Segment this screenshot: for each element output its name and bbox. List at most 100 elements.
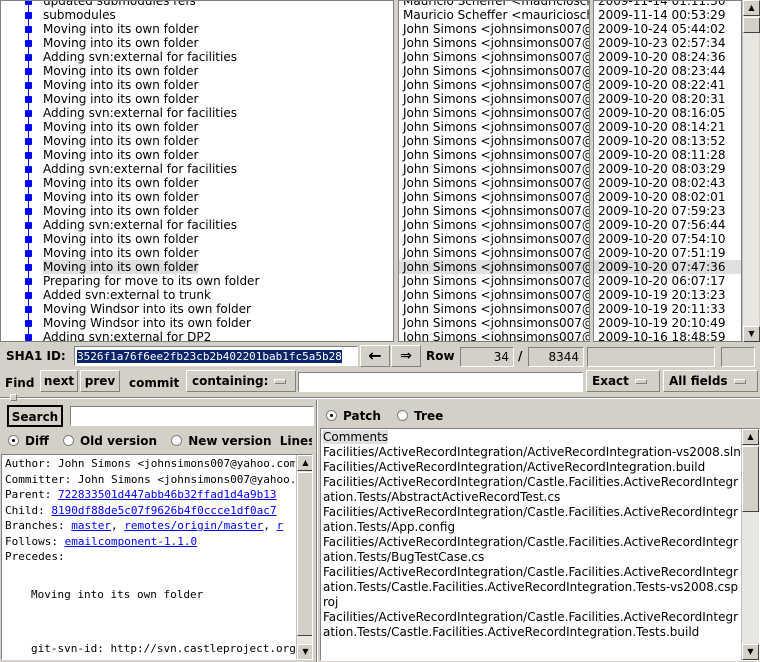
- back-button[interactable]: ←: [360, 345, 390, 367]
- commit-date[interactable]: 2009-10-24 05:44:02: [594, 22, 741, 36]
- pane-divider[interactable]: [0, 397, 760, 399]
- commit-author[interactable]: John Simons <johnsimons007@yahoo.com.au>: [399, 302, 589, 316]
- commit-row[interactable]: Moving into its own folder: [1, 204, 393, 218]
- commit-row[interactable]: Added svn:external to trunk: [1, 288, 393, 302]
- commit-author[interactable]: John Simons <johnsimons007@yahoo.com.au>: [399, 106, 589, 120]
- commit-date[interactable]: 2009-10-20 08:02:43: [594, 176, 741, 190]
- commit-row[interactable]: Adding svn:external for facilities: [1, 106, 393, 120]
- file-entry[interactable]: Facilities/ActiveRecordIntegration/Castl…: [321, 535, 741, 565]
- commit-date[interactable]: 2009-10-20 08:11:28: [594, 148, 741, 162]
- commit-row[interactable]: updated submodules refs: [1, 1, 393, 8]
- commit-author[interactable]: Mauricio Scheffer <mauricioscheffer@gmai…: [399, 1, 589, 8]
- file-list-pane[interactable]: Comments Facilities/ActiveRecordIntegrat…: [320, 428, 760, 661]
- file-entry[interactable]: Facilities/ActiveRecordIntegration/Castl…: [321, 610, 741, 640]
- commit-date[interactable]: 2009-10-23 02:57:34: [594, 36, 741, 50]
- sash-handle[interactable]: [10, 394, 17, 401]
- commit-author[interactable]: John Simons <johnsimons007@yahoo.com.au>: [399, 246, 589, 260]
- file-entry[interactable]: Facilities/ActiveRecordIntegration/Castl…: [321, 505, 741, 535]
- branch-link-origin-master[interactable]: remotes/origin/master: [124, 519, 263, 532]
- commit-author[interactable]: John Simons <johnsimons007@yahoo.com.au>: [399, 260, 589, 274]
- scrollbar-thumb[interactable]: [742, 446, 759, 512]
- search-button[interactable]: Search: [7, 405, 63, 427]
- commit-row[interactable]: Moving into its own folder: [1, 148, 393, 162]
- commit-author[interactable]: John Simons <johnsimons007@yahoo.com.au>: [399, 176, 589, 190]
- commit-date[interactable]: 2009-10-20 07:47:36: [594, 260, 741, 274]
- scrollbar-thumb[interactable]: [743, 17, 760, 33]
- commit-row[interactable]: Moving into its own folder: [1, 64, 393, 78]
- commit-row[interactable]: Moving into its own folder: [1, 120, 393, 134]
- comments-entry[interactable]: Comments: [323, 430, 389, 444]
- commit-date[interactable]: 2009-10-20 08:20:31: [594, 92, 741, 106]
- commit-author[interactable]: John Simons <johnsimons007@yahoo.com.au>: [399, 92, 589, 106]
- date-pane[interactable]: 2009-11-14 01:11:30 2009-11-14 00:53:29 20…: [593, 0, 742, 342]
- file-entry[interactable]: Facilities/ActiveRecordIntegration/Activ…: [321, 445, 741, 460]
- exact-menu[interactable]: Exact: [586, 370, 660, 392]
- details-scrollbar[interactable]: ▲ ▼: [296, 455, 312, 659]
- commit-date[interactable]: 2009-10-20 08:03:29: [594, 162, 741, 176]
- sha1-field[interactable]: 3526f1a76f6ee2fb23cb2b402201bab1fc5a5b28: [74, 346, 358, 366]
- commit-row[interactable]: Moving into its own folder: [1, 232, 393, 246]
- old-version-radio[interactable]: [62, 435, 74, 446]
- commit-row[interactable]: Moving into its own folder: [1, 246, 393, 260]
- vertical-divider[interactable]: [316, 400, 318, 662]
- commit-author[interactable]: John Simons <johnsimons007@yahoo.com.au>: [399, 330, 589, 341]
- commit-author[interactable]: John Simons <johnsimons007@yahoo.com.au>: [399, 50, 589, 64]
- new-version-radio[interactable]: [171, 435, 183, 446]
- commit-author[interactable]: Mauricio Scheffer <mauricioscheffer@gmai…: [399, 8, 589, 22]
- find-input[interactable]: [298, 372, 583, 392]
- commit-date[interactable]: 2009-10-20 07:54:10: [594, 232, 741, 246]
- commit-graph-pane[interactable]: updated submodules refs submodules Moving …: [0, 0, 394, 342]
- commit-row[interactable]: Moving Windsor into its own folder: [1, 316, 393, 330]
- commit-row[interactable]: Adding svn:external for DP2: [1, 330, 393, 341]
- follows-link[interactable]: emailcomponent-1.1.0: [65, 535, 197, 548]
- commit-date[interactable]: 2009-10-20 07:56:44: [594, 218, 741, 232]
- commit-date[interactable]: 2009-10-19 20:10:49: [594, 316, 741, 330]
- forward-button[interactable]: ⇒: [391, 345, 421, 367]
- find-prev-button[interactable]: prev: [80, 370, 120, 392]
- scroll-up-icon[interactable]: ▲: [742, 429, 759, 445]
- commit-row[interactable]: Moving into its own folder: [1, 78, 393, 92]
- commit-row[interactable]: Moving into its own folder: [1, 36, 393, 50]
- commit-author[interactable]: John Simons <johnsimons007@yahoo.com.au>: [399, 274, 589, 288]
- commit-row[interactable]: Moving into its own folder: [1, 134, 393, 148]
- commit-row[interactable]: Adding svn:external for facilities: [1, 50, 393, 64]
- commit-author[interactable]: John Simons <johnsimons007@yahoo.com.au>: [399, 218, 589, 232]
- commit-row[interactable]: Moving into its own folder: [1, 190, 393, 204]
- commit-date[interactable]: 2009-10-20 07:59:23: [594, 204, 741, 218]
- commit-author[interactable]: John Simons <johnsimons007@yahoo.com.au>: [399, 204, 589, 218]
- commit-row[interactable]: submodules: [1, 8, 393, 22]
- commit-author[interactable]: John Simons <johnsimons007@yahoo.com.au>: [399, 78, 589, 92]
- commit-date[interactable]: 2009-10-20 08:16:05: [594, 106, 741, 120]
- commit-row[interactable]: Moving into its own folder: [1, 22, 393, 36]
- commit-row[interactable]: Adding svn:external for facilities: [1, 162, 393, 176]
- commit-date[interactable]: 2009-10-19 20:13:23: [594, 288, 741, 302]
- details-pane[interactable]: Author: John Simons <johnsimons007@yahoo…: [1, 454, 313, 660]
- author-pane[interactable]: Mauricio Scheffer <mauricioscheffer@gmai…: [398, 0, 590, 342]
- commit-row[interactable]: Moving into its own folder: [1, 260, 393, 274]
- commit-list-scrollbar[interactable]: ▲ ▼: [742, 0, 760, 342]
- commit-date[interactable]: 2009-11-14 00:53:29: [594, 8, 741, 22]
- file-list-scrollbar[interactable]: ▲ ▼: [741, 429, 759, 660]
- branch-link-more[interactable]: r: [277, 519, 284, 532]
- commit-row[interactable]: Moving Windsor into its own folder: [1, 302, 393, 316]
- scrollbar-thumb[interactable]: [297, 472, 312, 636]
- commit-author[interactable]: John Simons <johnsimons007@yahoo.com.au>: [399, 316, 589, 330]
- commit-date[interactable]: 2009-10-20 08:24:36: [594, 50, 741, 64]
- commit-author[interactable]: John Simons <johnsimons007@yahoo.com.au>: [399, 64, 589, 78]
- commit-author[interactable]: John Simons <johnsimons007@yahoo.com.au>: [399, 148, 589, 162]
- commit-author[interactable]: John Simons <johnsimons007@yahoo.com.au>: [399, 232, 589, 246]
- commit-row[interactable]: Adding svn:external for facilities: [1, 218, 393, 232]
- commit-date[interactable]: 2009-10-20 08:22:41: [594, 78, 741, 92]
- scroll-up-icon[interactable]: ▲: [297, 455, 312, 471]
- commit-date[interactable]: 2009-10-20 07:51:19: [594, 246, 741, 260]
- scroll-down-icon[interactable]: ▼: [743, 326, 760, 342]
- search-input[interactable]: [70, 406, 314, 426]
- commit-row[interactable]: Moving into its own folder: [1, 176, 393, 190]
- child-link[interactable]: 8190df88de5c07f9626b4f0ccce1df0ac7: [51, 504, 276, 517]
- commit-author[interactable]: John Simons <johnsimons007@yahoo.com.au>: [399, 190, 589, 204]
- commit-author[interactable]: John Simons <johnsimons007@yahoo.com.au>: [399, 22, 589, 36]
- parent-link[interactable]: 722833501d447abb46b32ffad1d4a9b13: [58, 488, 277, 501]
- diff-radio[interactable]: [8, 435, 19, 446]
- scroll-down-icon[interactable]: ▼: [742, 644, 759, 660]
- file-entry[interactable]: Facilities/ActiveRecordIntegration/Castl…: [321, 475, 741, 505]
